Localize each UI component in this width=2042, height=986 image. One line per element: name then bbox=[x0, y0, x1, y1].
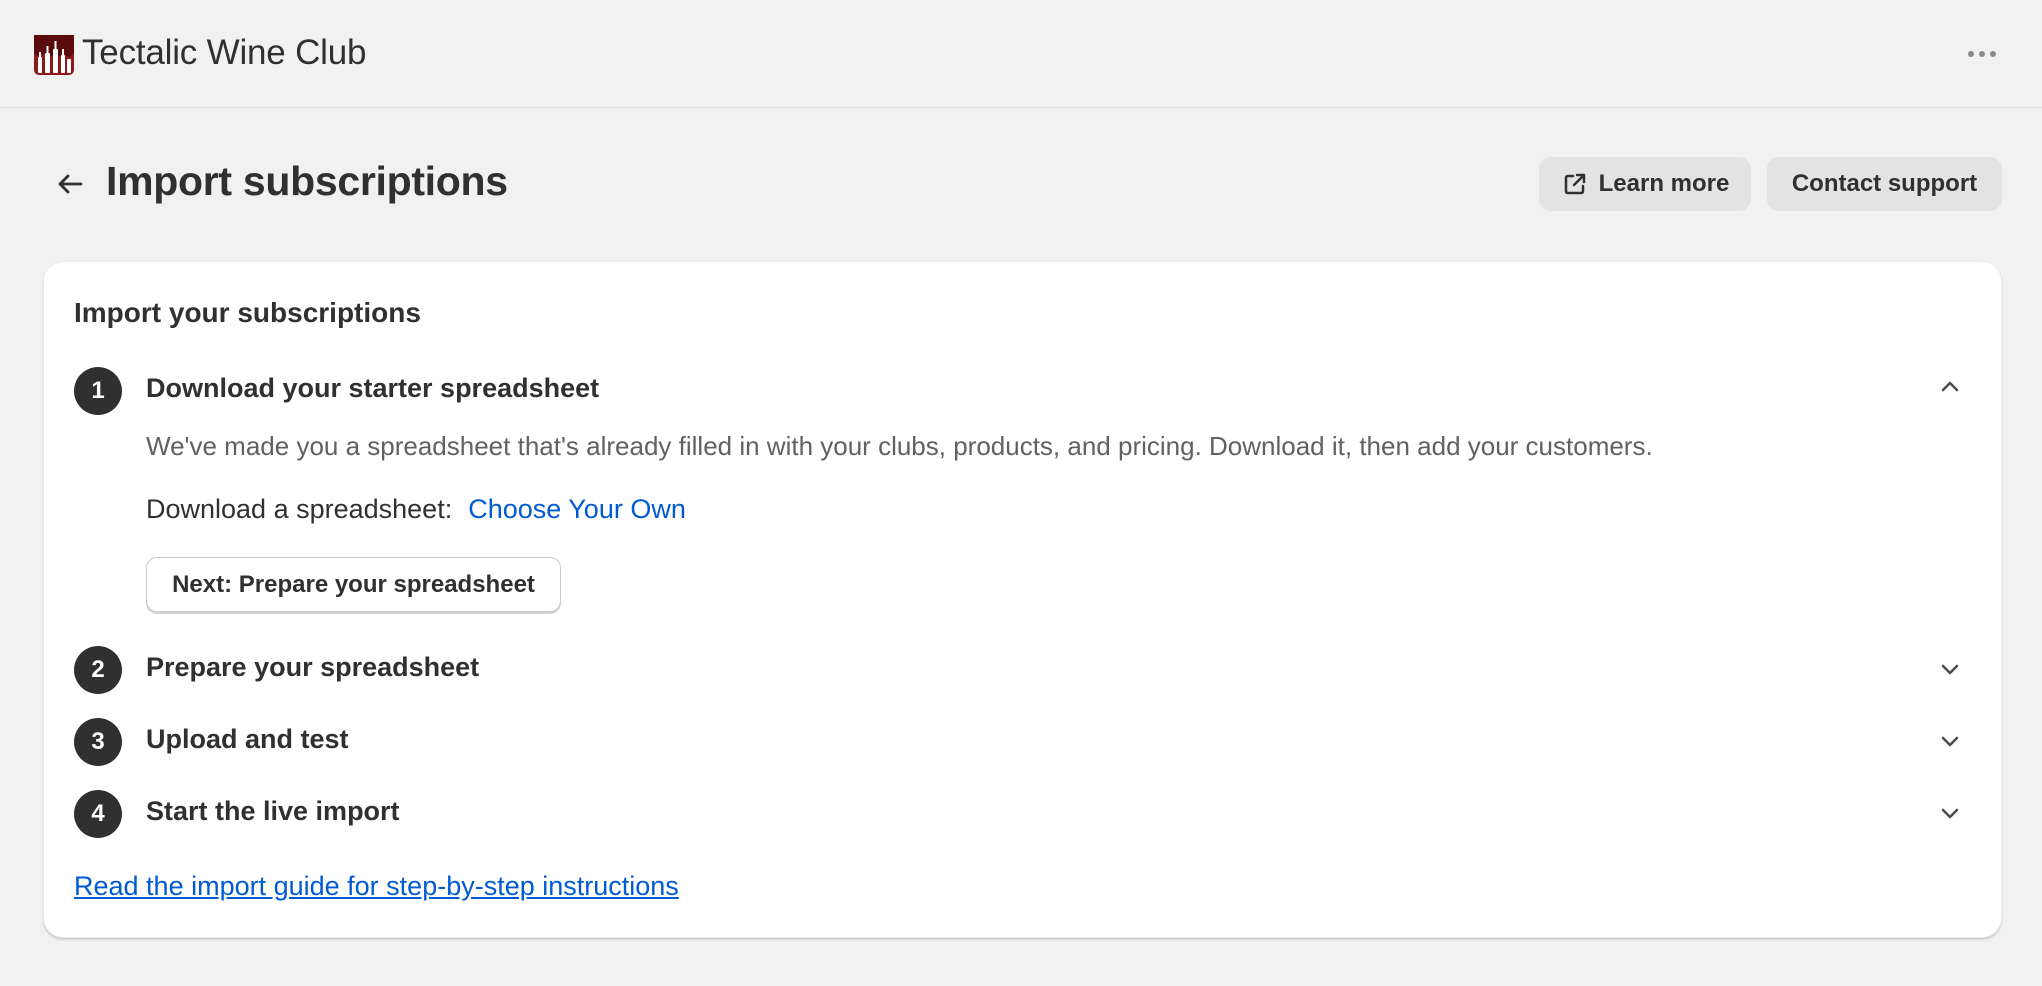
step-1-label[interactable]: Download your starter spreadsheet bbox=[146, 373, 599, 404]
page-title: Import subscriptions bbox=[106, 158, 508, 204]
step-1-toggle[interactable] bbox=[1936, 373, 1964, 401]
import-guide-link[interactable]: Read the import guide for step-by-step i… bbox=[74, 871, 679, 902]
choose-your-own-link[interactable]: Choose Your Own bbox=[468, 494, 686, 525]
chevron-down-icon bbox=[1941, 664, 1959, 675]
step-3-number: 3 bbox=[74, 718, 122, 766]
import-card: Import your subscriptions 1 Download you… bbox=[43, 261, 2002, 938]
contact-support-button[interactable]: Contact support bbox=[1767, 157, 2002, 211]
back-button[interactable] bbox=[50, 164, 90, 204]
chevron-down-icon bbox=[1941, 808, 1959, 819]
download-prefix: Download a spreadsheet: bbox=[146, 494, 453, 524]
chevron-down-icon bbox=[1941, 736, 1959, 747]
more-horizontal-icon bbox=[1968, 51, 1974, 57]
external-link-icon bbox=[1564, 173, 1585, 195]
wine-bottles-logo bbox=[34, 35, 74, 75]
chevron-up-icon bbox=[1941, 381, 1959, 392]
learn-more-label: Learn more bbox=[1598, 170, 1730, 197]
step-2-number: 2 bbox=[74, 646, 122, 694]
app-name: Tectalic Wine Club bbox=[82, 33, 367, 72]
step-1-number: 1 bbox=[74, 367, 122, 415]
learn-more-button[interactable]: Learn more bbox=[1539, 157, 1751, 211]
card-title: Import your subscriptions bbox=[74, 297, 421, 328]
top-bar: Tectalic Wine Club bbox=[0, 0, 2042, 108]
step-4-label[interactable]: Start the live import bbox=[146, 796, 400, 827]
step-3-toggle[interactable] bbox=[1936, 727, 1964, 755]
contact-support-label: Contact support bbox=[1791, 170, 1978, 197]
step-2-label[interactable]: Prepare your spreadsheet bbox=[146, 652, 479, 683]
step-2-toggle[interactable] bbox=[1936, 655, 1964, 683]
step-4-toggle[interactable] bbox=[1936, 799, 1964, 827]
step-1-description: We've made you a spreadsheet that's alre… bbox=[146, 431, 1653, 461]
next-prepare-button[interactable]: Next: Prepare your spreadsheet bbox=[146, 557, 561, 612]
arrow-left-icon bbox=[58, 174, 83, 194]
download-row: Download a spreadsheet: Choose Your Own bbox=[146, 494, 686, 525]
step-4-number: 4 bbox=[74, 790, 122, 838]
step-3-label[interactable]: Upload and test bbox=[146, 724, 349, 755]
more-actions-button[interactable] bbox=[1962, 38, 2002, 70]
